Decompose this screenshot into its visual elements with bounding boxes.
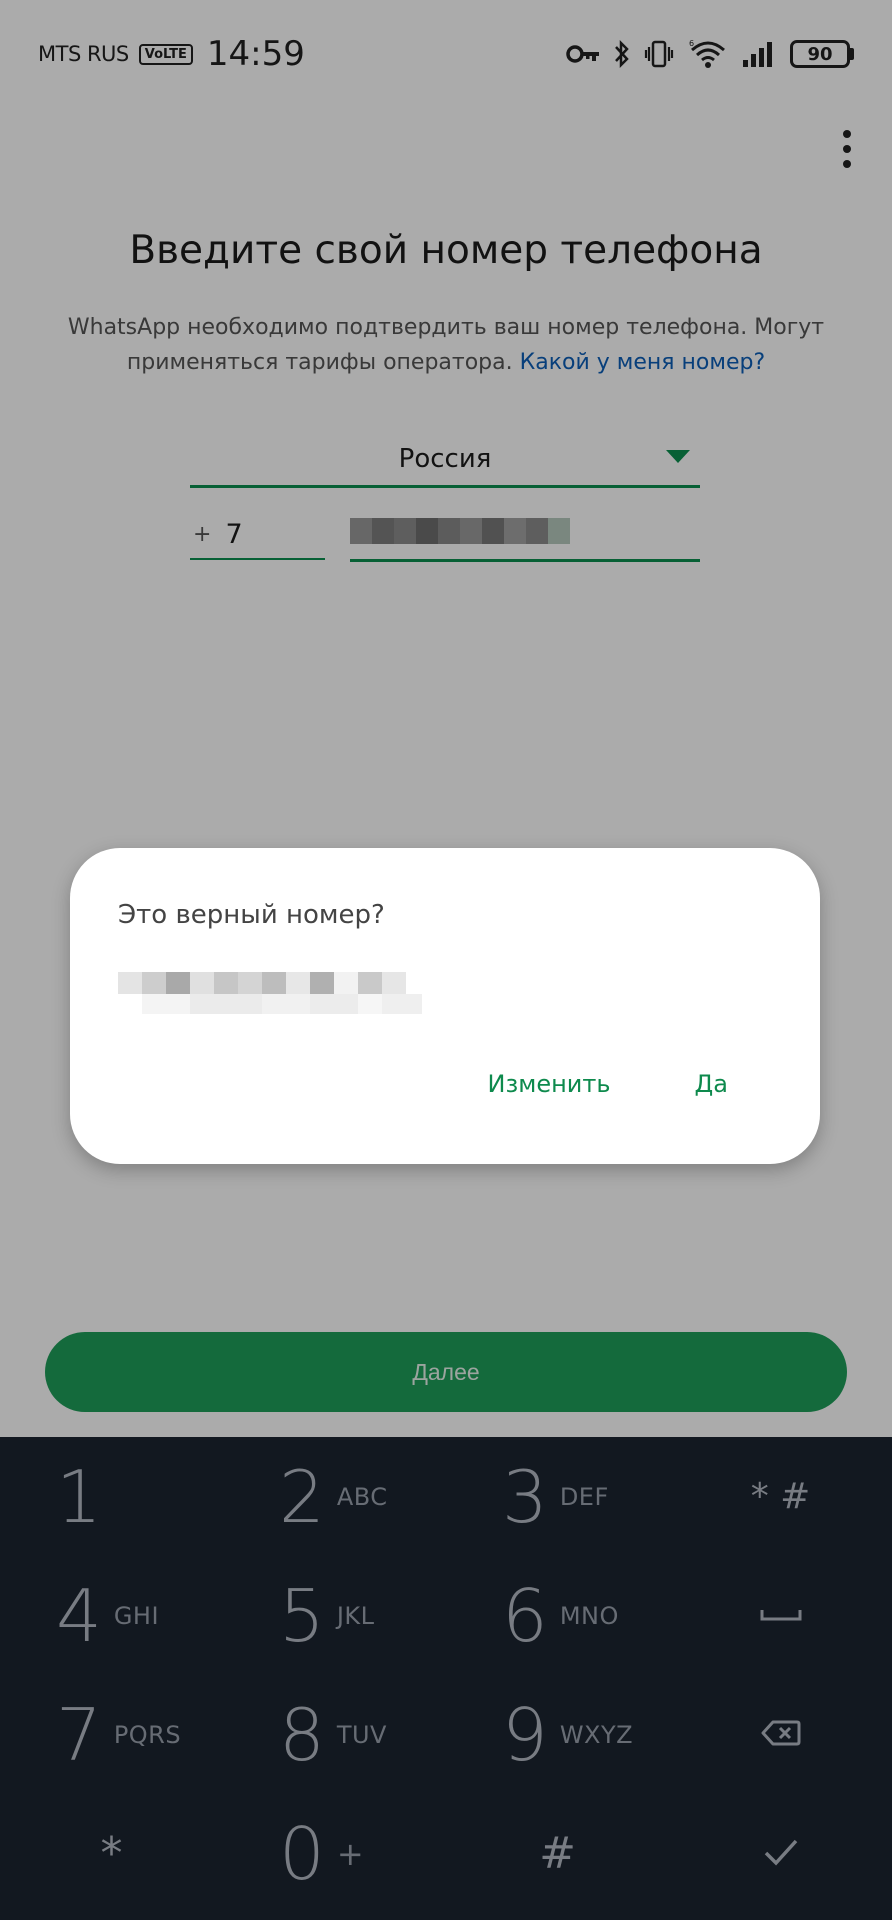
redacted-number-preview bbox=[118, 972, 422, 1014]
dialog-actions: Изменить Да bbox=[488, 1070, 728, 1098]
edit-button[interactable]: Изменить bbox=[488, 1070, 611, 1098]
confirm-number-dialog: Это верный номер? Изменить Да bbox=[70, 848, 820, 1164]
dialog-title: Это верный номер? bbox=[118, 900, 385, 930]
confirm-button[interactable]: Да bbox=[695, 1070, 728, 1098]
